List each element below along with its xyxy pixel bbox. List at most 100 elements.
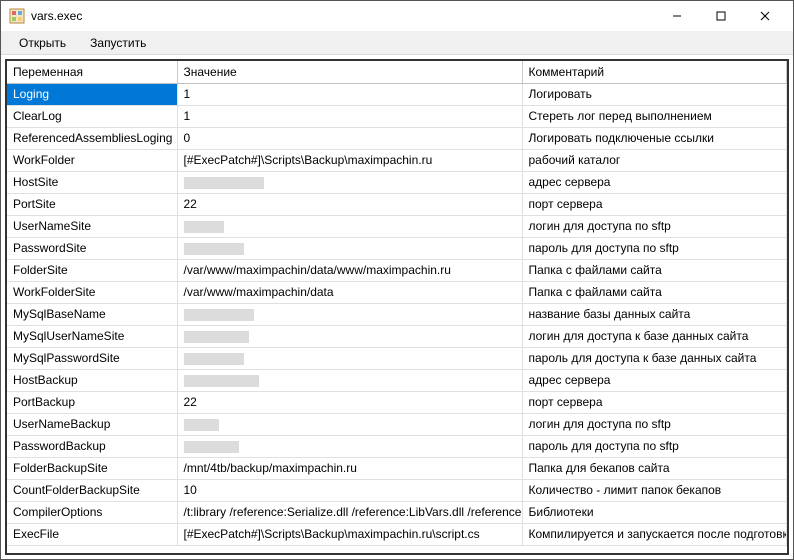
cell-variable[interactable]: ClearLog	[7, 105, 177, 127]
cell-value[interactable]: 22	[177, 391, 522, 413]
col-variable[interactable]: Переменная	[7, 61, 177, 83]
table-row[interactable]: WorkFolderSite/var/www/maximpachin/dataП…	[7, 281, 787, 303]
cell-value[interactable]	[177, 413, 522, 435]
cell-variable[interactable]: FolderSite	[7, 259, 177, 281]
minimize-button[interactable]	[655, 2, 699, 30]
cell-value[interactable]: [#ExecPatch#]\Scripts\Backup\maximpachin…	[177, 149, 522, 171]
cell-value[interactable]: 22	[177, 193, 522, 215]
close-button[interactable]	[743, 2, 787, 30]
cell-comment[interactable]: Папка для бекапов сайта	[522, 457, 787, 479]
cell-comment[interactable]: Компилируется и запускается после подгот…	[522, 523, 787, 545]
cell-comment[interactable]: Папка с файлами сайта	[522, 259, 787, 281]
table-row[interactable]: MySqlPasswordSite пароль для доступа к ба…	[7, 347, 787, 369]
cell-comment[interactable]: Библиотеки	[522, 501, 787, 523]
cell-comment[interactable]: Логировать подключеные ссылки	[522, 127, 787, 149]
cell-value[interactable]	[177, 347, 522, 369]
cell-comment[interactable]: логин для доступа по sftp	[522, 413, 787, 435]
cell-value[interactable]: 1	[177, 83, 522, 105]
cell-value[interactable]: /mnt/4tb/backup/maximpachin.ru	[177, 457, 522, 479]
cell-value[interactable]	[177, 435, 522, 457]
redacted-value	[184, 331, 249, 343]
cell-value[interactable]: [#ExecPatch#]\Scripts\Backup\maximpachin…	[177, 523, 522, 545]
table-row[interactable]: ReferencedAssembliesLoging0Логировать по…	[7, 127, 787, 149]
cell-variable[interactable]: HostSite	[7, 171, 177, 193]
cell-variable[interactable]: WorkFolderSite	[7, 281, 177, 303]
cell-comment[interactable]: Логировать	[522, 83, 787, 105]
cell-variable[interactable]: HostBackup	[7, 369, 177, 391]
table-row[interactable]: MySqlBaseName название базы данных сайта	[7, 303, 787, 325]
cell-variable[interactable]: FolderBackupSite	[7, 457, 177, 479]
cell-value[interactable]	[177, 215, 522, 237]
table-row[interactable]: FolderSite/var/www/maximpachin/data/www/…	[7, 259, 787, 281]
cell-variable[interactable]: Loging	[7, 83, 177, 105]
cell-comment[interactable]: логин для доступа к базе данных сайта	[522, 325, 787, 347]
cell-value[interactable]: 0	[177, 127, 522, 149]
cell-variable[interactable]: MySqlPasswordSite	[7, 347, 177, 369]
cell-comment[interactable]: пароль для доступа по sftp	[522, 435, 787, 457]
cell-variable[interactable]: WorkFolder	[7, 149, 177, 171]
menu-run[interactable]: Запустить	[78, 33, 158, 53]
col-value[interactable]: Значение	[177, 61, 522, 83]
variables-grid[interactable]: Переменная Значение Комментарий Loging1Л…	[5, 59, 789, 555]
cell-variable[interactable]: ReferencedAssembliesLoging	[7, 127, 177, 149]
table-row[interactable]: ExecFile[#ExecPatch#]\Scripts\Backup\max…	[7, 523, 787, 545]
table-row[interactable]: MySqlUserNameSite логин для доступа к баз…	[7, 325, 787, 347]
cell-variable[interactable]: UserNameSite	[7, 215, 177, 237]
cell-comment[interactable]: Папка с файлами сайта	[522, 281, 787, 303]
table-row[interactable]: PasswordBackup пароль для доступа по sftp	[7, 435, 787, 457]
cell-variable[interactable]: PasswordSite	[7, 237, 177, 259]
cell-variable[interactable]: PortSite	[7, 193, 177, 215]
table-row[interactable]: WorkFolder[#ExecPatch#]\Scripts\Backup\m…	[7, 149, 787, 171]
cell-comment[interactable]: адрес сервера	[522, 171, 787, 193]
cell-comment[interactable]: пароль для доступа к базе данных сайта	[522, 347, 787, 369]
cell-value[interactable]: /t:library /reference:Serialize.dll /ref…	[177, 501, 522, 523]
cell-variable[interactable]: CompilerOptions	[7, 501, 177, 523]
table-row[interactable]: HostBackup адрес сервера	[7, 369, 787, 391]
window-title: vars.exec	[31, 9, 655, 23]
redacted-value	[184, 243, 244, 255]
table-row[interactable]: PortBackup22порт сервера	[7, 391, 787, 413]
table-row[interactable]: ClearLog1Стереть лог перед выполнением	[7, 105, 787, 127]
table-row[interactable]: CompilerOptions/t:library /reference:Ser…	[7, 501, 787, 523]
menu-open[interactable]: Открыть	[7, 33, 78, 53]
cell-comment[interactable]: логин для доступа по sftp	[522, 215, 787, 237]
redacted-value	[184, 419, 219, 431]
titlebar: vars.exec	[1, 1, 793, 31]
table-row[interactable]: PasswordSite пароль для доступа по sftp	[7, 237, 787, 259]
cell-variable[interactable]: UserNameBackup	[7, 413, 177, 435]
cell-variable[interactable]: PasswordBackup	[7, 435, 177, 457]
cell-value[interactable]: 10	[177, 479, 522, 501]
table-row[interactable]: HostSite адрес сервера	[7, 171, 787, 193]
cell-comment[interactable]: Количество - лимит папок бекапов	[522, 479, 787, 501]
cell-variable[interactable]: ExecFile	[7, 523, 177, 545]
cell-comment[interactable]: рабочий каталог	[522, 149, 787, 171]
app-window: vars.exec Открыть Запустить Переменная З…	[0, 0, 794, 560]
cell-comment[interactable]: Стереть лог перед выполнением	[522, 105, 787, 127]
cell-value[interactable]: /var/www/maximpachin/data/www/maximpachi…	[177, 259, 522, 281]
cell-value[interactable]	[177, 325, 522, 347]
cell-value[interactable]	[177, 303, 522, 325]
redacted-value	[184, 441, 239, 453]
table-row[interactable]: Loging1Логировать	[7, 83, 787, 105]
col-comment[interactable]: Комментарий	[522, 61, 787, 83]
table-row[interactable]: CountFolderBackupSite10Количество - лими…	[7, 479, 787, 501]
cell-variable[interactable]: MySqlBaseName	[7, 303, 177, 325]
cell-variable[interactable]: MySqlUserNameSite	[7, 325, 177, 347]
cell-comment[interactable]: порт сервера	[522, 193, 787, 215]
table-row[interactable]: UserNameBackup логин для доступа по sftp	[7, 413, 787, 435]
cell-variable[interactable]: CountFolderBackupSite	[7, 479, 177, 501]
table-row[interactable]: UserNameSite логин для доступа по sftp	[7, 215, 787, 237]
cell-comment[interactable]: порт сервера	[522, 391, 787, 413]
cell-value[interactable]: 1	[177, 105, 522, 127]
cell-value[interactable]	[177, 171, 522, 193]
cell-value[interactable]	[177, 369, 522, 391]
cell-comment[interactable]: адрес сервера	[522, 369, 787, 391]
cell-comment[interactable]: пароль для доступа по sftp	[522, 237, 787, 259]
maximize-button[interactable]	[699, 2, 743, 30]
cell-value[interactable]: /var/www/maximpachin/data	[177, 281, 522, 303]
cell-value[interactable]	[177, 237, 522, 259]
cell-variable[interactable]: PortBackup	[7, 391, 177, 413]
table-row[interactable]: PortSite22порт сервера	[7, 193, 787, 215]
table-row[interactable]: FolderBackupSite/mnt/4tb/backup/maximpac…	[7, 457, 787, 479]
cell-comment[interactable]: название базы данных сайта	[522, 303, 787, 325]
